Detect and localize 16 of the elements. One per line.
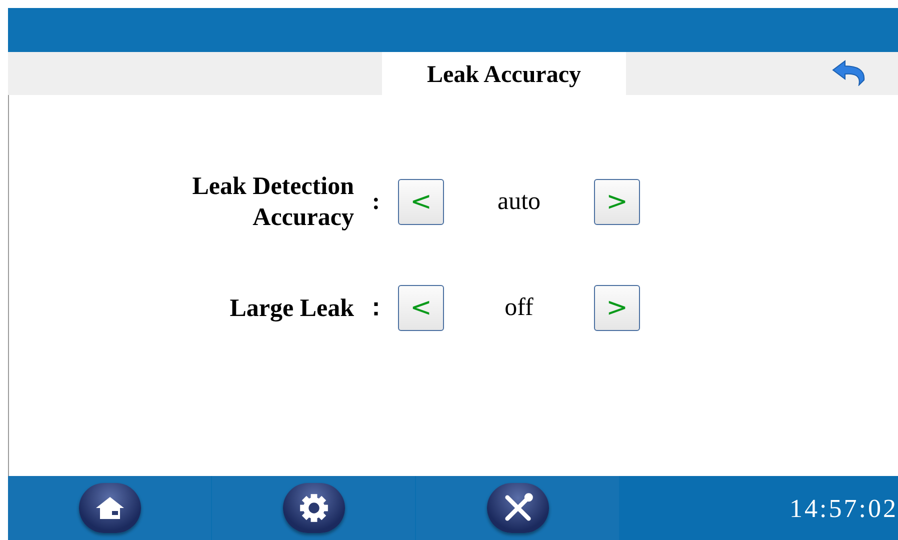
previous-button[interactable]: < [398, 285, 444, 331]
next-button[interactable]: > [594, 285, 640, 331]
settings-icon[interactable] [282, 483, 344, 533]
separator: ： [363, 294, 389, 323]
setting-value: auto [496, 187, 542, 218]
page-tab[interactable]: Leak Accuracy [382, 52, 626, 95]
next-button[interactable]: > [594, 179, 640, 225]
setting-label: Large Leak [228, 294, 354, 324]
tools-icon[interactable] [486, 483, 548, 533]
back-icon[interactable] [831, 60, 867, 86]
clock-time: 14:57:02 [790, 492, 898, 524]
separator: : [371, 188, 381, 217]
previous-button[interactable]: < [398, 179, 444, 225]
setting-label: Leak Detection Accuracy [191, 172, 354, 233]
setting-value: off [504, 293, 534, 324]
home-icon[interactable] [78, 483, 140, 533]
